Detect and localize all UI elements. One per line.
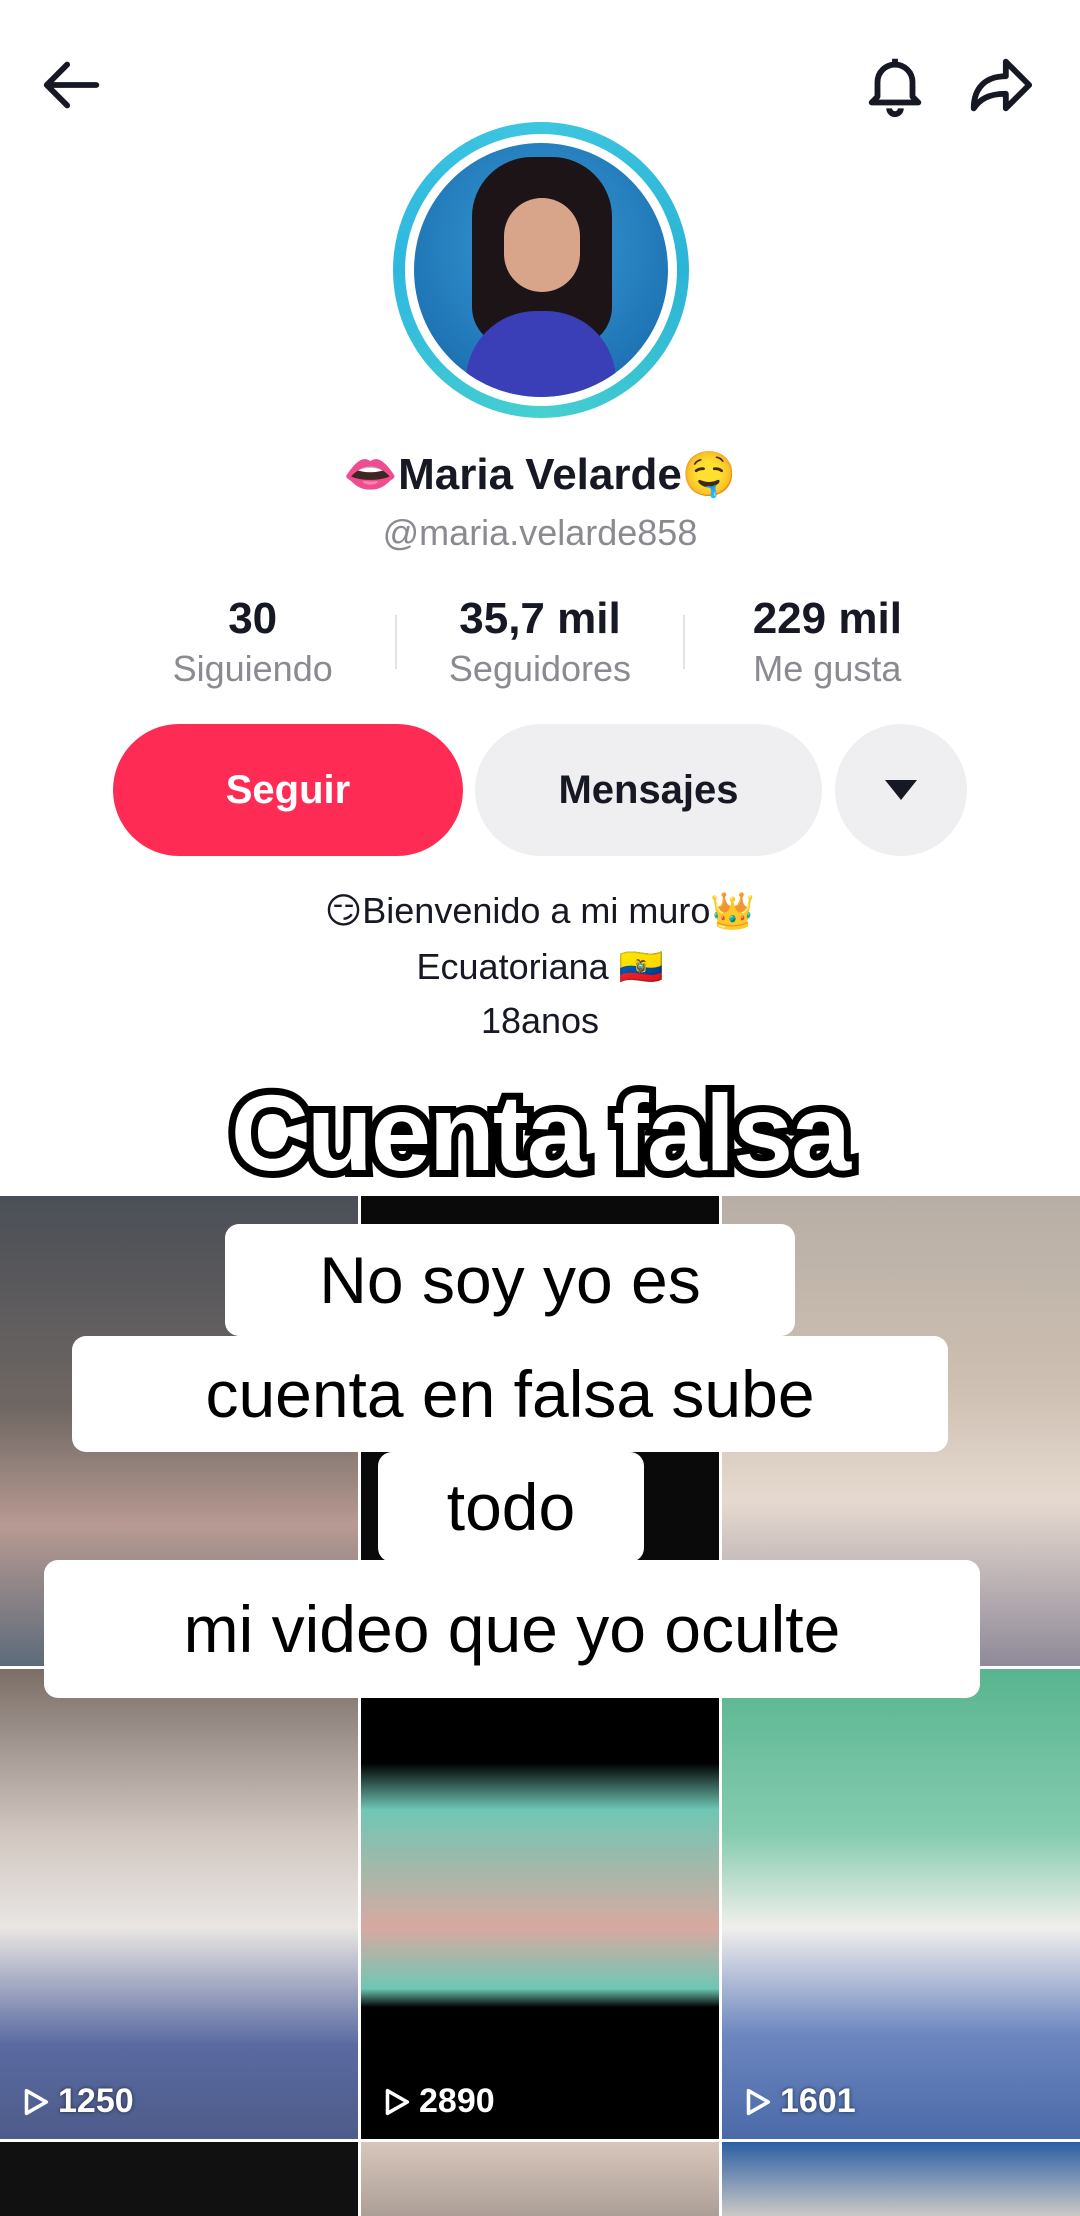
stat-following-label: Siguiendo — [172, 648, 333, 689]
overlay-caption-line: todo — [378, 1452, 644, 1562]
overlay-title-text: Cuenta falsa — [224, 1065, 858, 1200]
messages-button[interactable]: Mensajes — [475, 724, 822, 856]
video-thumbnail[interactable]: 1250 — [0, 1669, 358, 2139]
overlay-caption-line: mi video que yo oculte — [44, 1560, 980, 1698]
bell-icon — [868, 58, 922, 118]
stat-followers-label: Seguidores — [448, 648, 632, 689]
view-count-value: 1601 — [780, 2082, 856, 2120]
view-count-value: 1250 — [58, 2082, 134, 2120]
display-name: 👄Maria Velarde🤤 — [343, 450, 737, 499]
overlay-caption-line: No soy yo es — [225, 1224, 795, 1336]
play-icon — [385, 2088, 410, 2115]
stat-followers-value: 35,7 mil — [459, 594, 621, 643]
video-thumbnail[interactable]: 1601 — [722, 1669, 1080, 2139]
overlay-caption-line: cuenta en falsa sube — [72, 1336, 948, 1452]
bio-line: 18anos — [480, 1000, 600, 1041]
play-icon — [746, 2088, 771, 2115]
stat-followers[interactable]: 35,7 mil Seguidores — [397, 594, 682, 690]
avatar-image — [414, 143, 668, 397]
profile-stats: 30 Siguiendo 35,7 mil Seguidores 229 mil… — [110, 592, 970, 692]
video-thumbnail[interactable]: 2890 — [361, 1669, 719, 2139]
share-arrow-icon — [970, 58, 1033, 112]
stat-likes-value: 229 mil — [752, 594, 902, 643]
view-count: 2890 — [379, 2082, 495, 2121]
video-thumbnail[interactable] — [0, 2142, 358, 2216]
view-count-value: 2890 — [419, 2082, 495, 2120]
back-button[interactable] — [28, 40, 118, 130]
stat-following-value: 30 — [228, 594, 278, 643]
video-thumbnail[interactable] — [722, 2142, 1080, 2216]
play-icon — [24, 2088, 49, 2115]
stat-following[interactable]: 30 Siguiendo — [110, 594, 395, 690]
avatar-face-shape — [504, 198, 580, 292]
view-count: 1250 — [18, 2082, 134, 2121]
more-options-button[interactable] — [835, 724, 967, 856]
caret-down-icon — [885, 780, 917, 800]
bio-line: Ecuatoriana 🇪🇨 — [416, 946, 664, 987]
follow-button[interactable]: Seguir — [113, 724, 463, 856]
avatar-frame — [405, 134, 677, 406]
share-button[interactable] — [955, 40, 1045, 130]
view-count: 1601 — [740, 2082, 856, 2121]
stat-likes-label: Me gusta — [753, 648, 902, 689]
avatar[interactable] — [393, 122, 689, 418]
bio-line: 😏Bienvenido a mi muro👑 — [324, 890, 756, 931]
video-thumbnail[interactable] — [361, 2142, 719, 2216]
username-handle: @maria.velarde858 — [382, 512, 698, 553]
stat-likes[interactable]: 229 mil Me gusta — [685, 594, 970, 690]
arrow-left-icon — [43, 61, 100, 109]
notifications-button[interactable] — [850, 40, 940, 130]
